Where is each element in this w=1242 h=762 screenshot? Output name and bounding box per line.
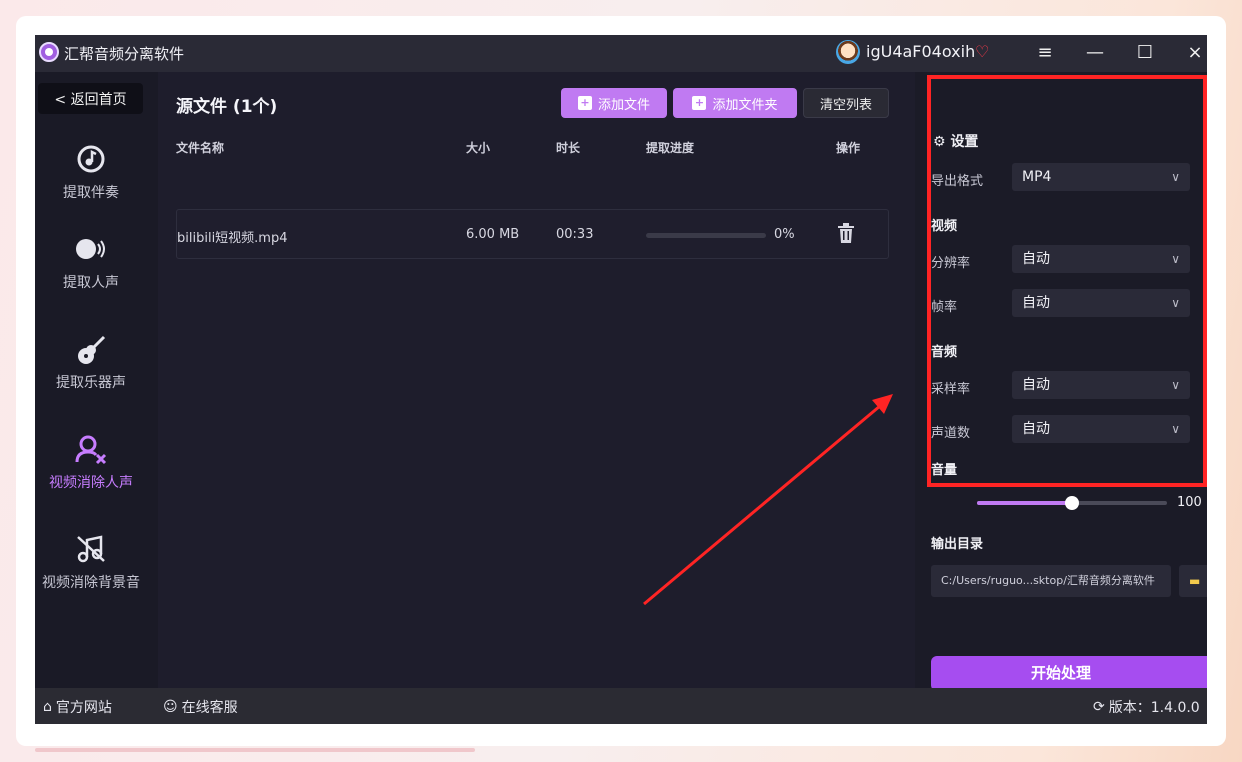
add-folder-icon: + bbox=[692, 96, 707, 110]
volume-slider-thumb[interactable] bbox=[1065, 496, 1079, 510]
app-window: 汇帮音频分离软件 igU4aF04oxih ♡ ≡ — ☐ × < 返回首页 提… bbox=[35, 35, 1207, 724]
add-file-button[interactable]: + 添加文件 bbox=[561, 88, 667, 118]
vip-heart-icon[interactable]: ♡ bbox=[975, 42, 989, 61]
minimize-button[interactable]: — bbox=[1081, 39, 1109, 67]
file-duration: 00:33 bbox=[556, 227, 594, 242]
version-label: 版本：1.4.0.0 bbox=[1108, 700, 1200, 716]
framerate-select[interactable]: 自动 ∨ bbox=[1012, 289, 1190, 317]
volume-slider[interactable] bbox=[977, 496, 1167, 510]
sidebar-item-label: 提取乐器声 bbox=[56, 375, 126, 391]
file-name: bilibili短视频.mp4 bbox=[177, 231, 288, 246]
column-header-actions: 操作 bbox=[836, 141, 861, 155]
user-remove-icon bbox=[35, 434, 147, 468]
output-dir-label: 输出目录 bbox=[931, 537, 984, 552]
format-select[interactable]: MP4 ∨ bbox=[1012, 163, 1190, 191]
home-icon: ⌂ bbox=[43, 699, 52, 715]
main-panel: 源文件 (1个) + 添加文件 + 添加文件夹 清空列表 文件名称 大小 时长 … bbox=[158, 72, 912, 688]
file-size: 6.00 MB bbox=[466, 227, 520, 242]
clear-list-button[interactable]: 清空列表 bbox=[803, 88, 889, 118]
sidebar-item-label: 提取伴奏 bbox=[63, 185, 119, 201]
support-label: 在线客服 bbox=[181, 700, 238, 716]
headset-icon: ☺ bbox=[163, 699, 178, 715]
chevron-down-icon: ∨ bbox=[1171, 422, 1180, 436]
sidebar-item-video-remove-vocals[interactable]: 视频消除人声 bbox=[35, 434, 147, 492]
sidebar-item-label: 视频消除背景音 bbox=[42, 575, 140, 591]
samplerate-label: 采样率 bbox=[931, 382, 971, 397]
framerate-value: 自动 bbox=[1022, 295, 1050, 311]
samplerate-select[interactable]: 自动 ∨ bbox=[1012, 371, 1190, 399]
version-info: ⟳ 版本：1.4.0.0 bbox=[1093, 697, 1200, 717]
avatar[interactable] bbox=[836, 40, 860, 64]
app-logo-icon bbox=[39, 42, 59, 62]
channels-value: 自动 bbox=[1022, 421, 1050, 437]
progress-bar bbox=[646, 233, 766, 238]
username[interactable]: igU4aF04oxih bbox=[866, 42, 975, 61]
website-label: 官方网站 bbox=[55, 700, 112, 716]
folder-icon[interactable]: ▬ bbox=[1179, 565, 1207, 597]
channels-select[interactable]: 自动 ∨ bbox=[1012, 415, 1190, 443]
trash-icon[interactable] bbox=[837, 223, 855, 245]
settings-title: ⚙ 设置 bbox=[933, 131, 978, 151]
guitar-icon bbox=[35, 334, 147, 368]
video-section-title: 视频 bbox=[931, 219, 958, 234]
volume-slider-fill bbox=[977, 501, 1072, 505]
format-label: 导出格式 bbox=[931, 174, 984, 189]
table-row[interactable]: bilibili短视频.mp4 6.00 MB 00:33 0% bbox=[176, 209, 889, 259]
sidebar-item-label: 提取人声 bbox=[63, 275, 119, 291]
column-header-duration: 时长 bbox=[556, 141, 581, 155]
back-home-button[interactable]: < 返回首页 bbox=[38, 83, 143, 114]
sidebar-item-label: 视频消除人声 bbox=[49, 475, 133, 491]
settings-panel: ⚙ 设置 导出格式 MP4 ∨ 视频 分辨率 自动 ∨ 帧率 自动 ∨ 音频 采… bbox=[915, 72, 1207, 691]
sidebar-item-video-remove-bgm[interactable]: 视频消除背景音 bbox=[35, 534, 147, 592]
samplerate-value: 自动 bbox=[1022, 377, 1050, 393]
horizontal-scrollbar[interactable] bbox=[35, 748, 475, 752]
footer-bar: ⌂ 官方网站 ☺ 在线客服 ⟳ 版本：1.4.0.0 bbox=[35, 688, 1207, 724]
add-folder-button[interactable]: + 添加文件夹 bbox=[673, 88, 797, 118]
progress-text: 0% bbox=[774, 227, 795, 242]
sidebar-item-extract-instrument[interactable]: 提取乐器声 bbox=[35, 334, 147, 392]
app-title: 汇帮音频分离软件 bbox=[64, 45, 185, 63]
chevron-down-icon: ∨ bbox=[1171, 170, 1180, 184]
add-file-icon: + bbox=[577, 96, 592, 110]
audio-section-title: 音频 bbox=[931, 345, 958, 360]
voice-icon bbox=[35, 234, 147, 268]
sidebar-item-extract-accompaniment[interactable]: 提取伴奏 bbox=[35, 144, 147, 202]
maximize-button[interactable]: ☐ bbox=[1131, 39, 1159, 67]
page-title: 源文件 (1个) bbox=[176, 97, 278, 117]
resolution-value: 自动 bbox=[1022, 251, 1050, 267]
chevron-down-icon: ∨ bbox=[1171, 296, 1180, 310]
close-button[interactable]: × bbox=[1181, 39, 1207, 67]
website-link[interactable]: ⌂ 官方网站 bbox=[43, 697, 112, 717]
column-header-size: 大小 bbox=[466, 141, 491, 155]
title-bar: 汇帮音频分离软件 igU4aF04oxih ♡ ≡ — ☐ × bbox=[35, 35, 1207, 72]
framerate-label: 帧率 bbox=[931, 300, 958, 315]
format-value: MP4 bbox=[1022, 169, 1052, 185]
resolution-label: 分辨率 bbox=[931, 256, 971, 271]
channels-label: 声道数 bbox=[931, 426, 971, 441]
volume-label: 音量 bbox=[931, 463, 958, 478]
column-header-name: 文件名称 bbox=[176, 141, 225, 155]
sidebar-item-extract-vocals[interactable]: 提取人声 bbox=[35, 234, 147, 292]
add-file-label: 添加文件 bbox=[597, 97, 650, 113]
add-folder-label: 添加文件夹 bbox=[712, 97, 778, 113]
sidebar: < 返回首页 提取伴奏 提取人声 提取乐器声 视频消除人声 视频消除背景音 bbox=[35, 72, 158, 688]
music-off-icon bbox=[35, 534, 147, 568]
start-processing-button[interactable]: 开始处理 bbox=[931, 656, 1207, 691]
chevron-down-icon: ∨ bbox=[1171, 378, 1180, 392]
volume-value: 100 bbox=[1177, 495, 1202, 510]
output-path-field[interactable]: C:/Users/ruguo...sktop/汇帮音频分离软件 bbox=[931, 565, 1171, 597]
resolution-select[interactable]: 自动 ∨ bbox=[1012, 245, 1190, 273]
settings-title-label: 设置 bbox=[950, 134, 979, 150]
support-link[interactable]: ☺ 在线客服 bbox=[163, 697, 238, 717]
menu-button[interactable]: ≡ bbox=[1031, 39, 1059, 67]
refresh-icon[interactable]: ⟳ bbox=[1093, 699, 1105, 715]
column-header-progress: 提取进度 bbox=[646, 141, 695, 155]
gear-icon: ⚙ bbox=[933, 134, 946, 150]
music-note-icon bbox=[35, 144, 147, 178]
chevron-down-icon: ∨ bbox=[1171, 252, 1180, 266]
